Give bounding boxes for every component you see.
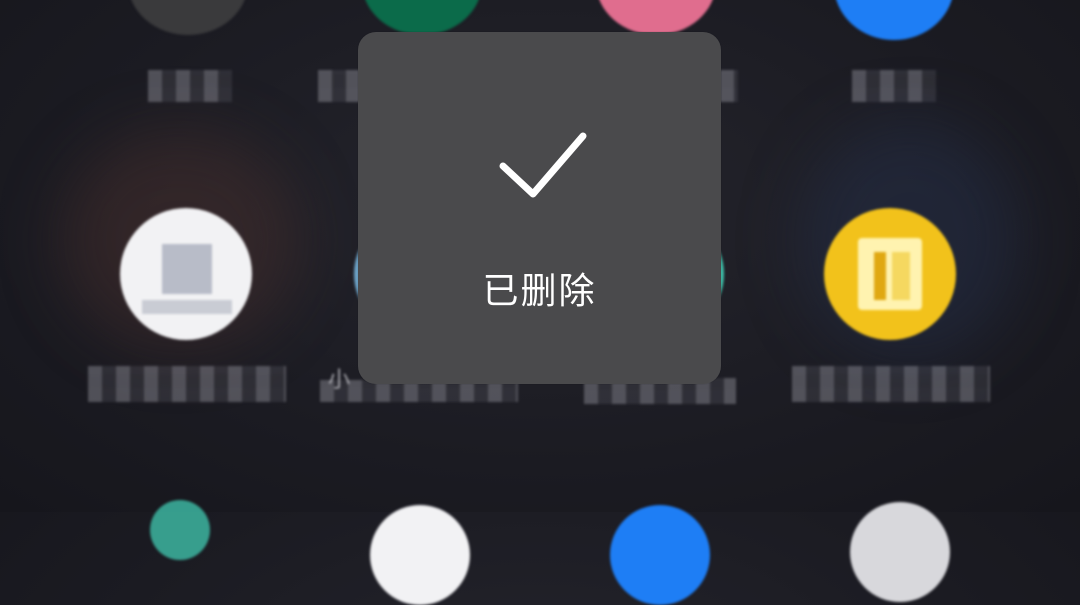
app-label <box>148 70 232 102</box>
app-icon[interactable] <box>610 505 710 605</box>
app-icon[interactable] <box>850 502 950 602</box>
app-icon[interactable] <box>370 505 470 605</box>
app-icon[interactable] <box>150 500 210 560</box>
app-icon-detail <box>858 238 922 310</box>
app-icon-detail <box>892 252 910 300</box>
app-label <box>852 70 936 102</box>
app-label <box>792 366 990 402</box>
checkmark-icon <box>499 132 587 198</box>
app-icon-detail <box>142 300 232 314</box>
app-label-partial: 小 <box>328 368 351 393</box>
toast-message: 已删除 <box>482 271 597 312</box>
app-icon[interactable] <box>362 0 482 35</box>
app-label <box>720 70 738 102</box>
app-icon[interactable] <box>596 0 716 35</box>
app-icon[interactable] <box>128 0 248 35</box>
app-icon-detail <box>162 244 212 294</box>
app-icon[interactable] <box>824 208 956 340</box>
app-label <box>318 70 362 102</box>
app-icon[interactable] <box>834 0 954 40</box>
app-icon-detail <box>874 252 886 300</box>
app-label <box>88 366 286 402</box>
deleted-toast <box>358 32 721 384</box>
app-icon[interactable] <box>120 208 252 340</box>
